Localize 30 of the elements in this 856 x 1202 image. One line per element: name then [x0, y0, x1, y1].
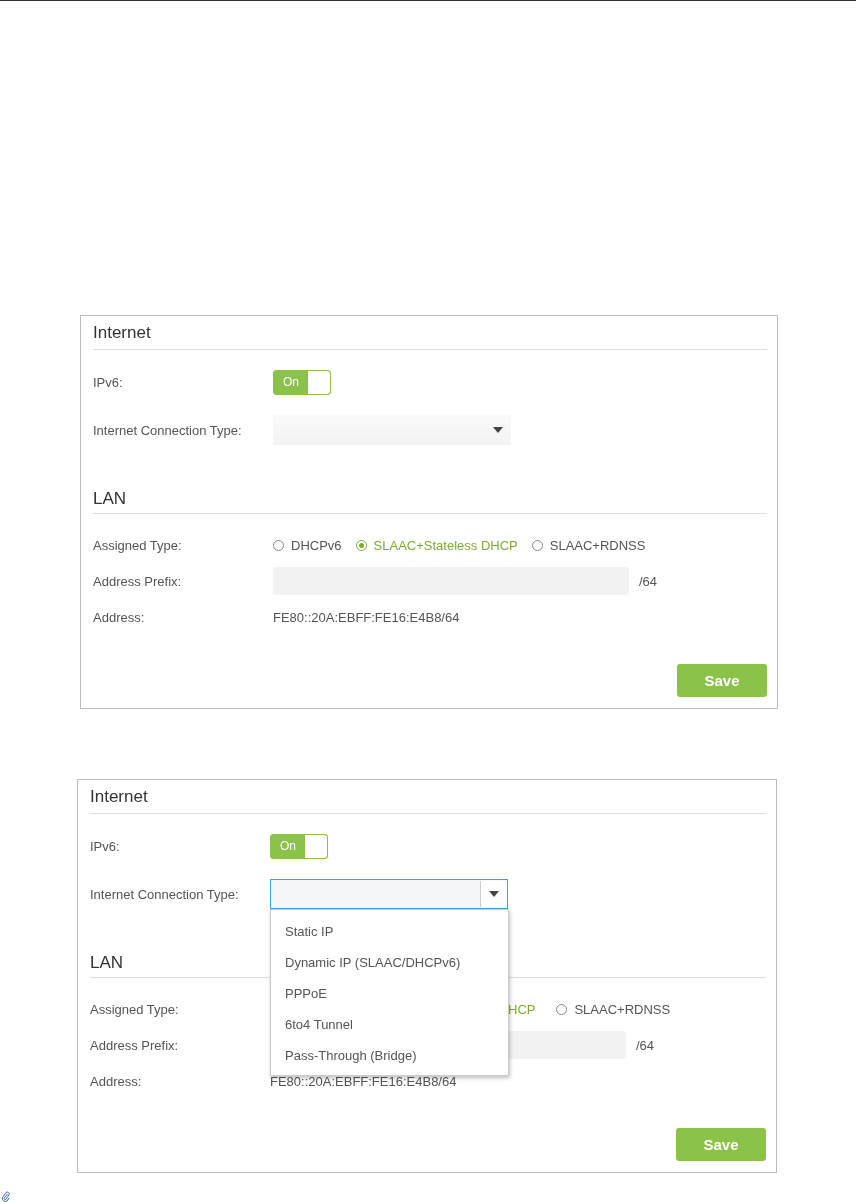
section-heading: Internet — [93, 316, 767, 350]
dropdown-field[interactable] — [270, 879, 508, 909]
prefix-length: /64 — [636, 1037, 655, 1053]
field-label: Address: — [90, 1073, 143, 1089]
caret-icon — [493, 427, 503, 433]
radio-option[interactable]: SLAAC+RDNSS — [556, 1001, 671, 1017]
caret-icon — [489, 891, 499, 897]
menu-item[interactable]: Dynamic IP (SLAAC/DHCPv6) — [271, 947, 508, 978]
field-label: Assigned Type: — [93, 537, 183, 553]
address-value: FE80::20A:EBFF:FE16:E4B8/64 — [270, 1073, 457, 1089]
address-value: FE80::20A:EBFF:FE16:E4B8/64 — [273, 609, 460, 625]
field-label: Assigned Type: — [90, 1001, 180, 1017]
paperclip-icon — [1, 1191, 10, 1202]
section-heading: Internet — [90, 780, 766, 814]
field-label: Internet Connection Type: — [90, 886, 240, 902]
field-label: IPv6: — [93, 374, 124, 390]
menu-item[interactable]: Pass-Through (Bridge) — [271, 1040, 508, 1071]
radio-option[interactable]: DHCPv6 — [273, 537, 342, 553]
menu-item[interactable]: PPPoE — [271, 978, 508, 1009]
dropdown-field[interactable] — [273, 415, 511, 445]
field-label: Address Prefix: — [90, 1037, 180, 1053]
prefix-length: /64 — [639, 573, 658, 589]
field-label: Address: — [93, 609, 146, 625]
menu-item[interactable]: 6to4 Tunnel — [271, 1009, 508, 1040]
field-label: Internet Connection Type: — [93, 422, 243, 438]
section-heading: LAN — [93, 484, 767, 514]
field-label: IPv6: — [90, 838, 121, 854]
radio-option[interactable]: SLAAC+RDNSS — [531, 537, 646, 553]
menu-item[interactable]: Static IP — [271, 916, 508, 947]
field-label: Address Prefix: — [93, 573, 183, 589]
